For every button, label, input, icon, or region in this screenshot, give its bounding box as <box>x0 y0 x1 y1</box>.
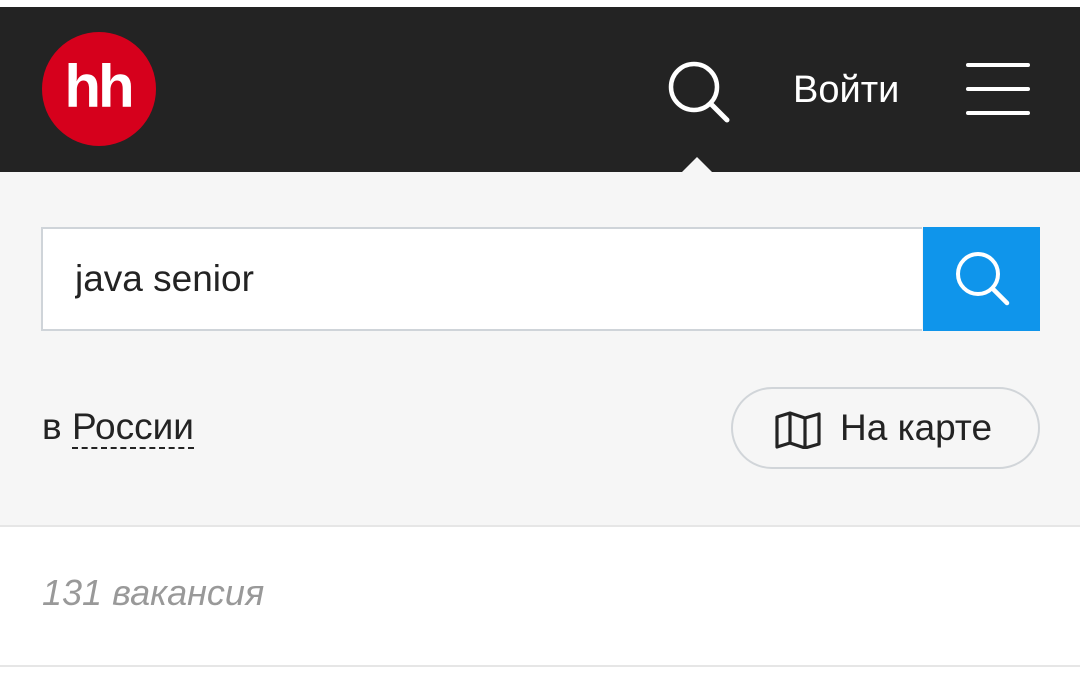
map-button[interactable]: На карте <box>731 387 1040 469</box>
search-input[interactable] <box>41 227 922 331</box>
hamburger-menu-icon-line-bottom <box>966 111 1030 115</box>
top-header: hh Войти <box>0 7 1080 179</box>
hh-logo[interactable]: hh <box>42 32 156 146</box>
page: hh Войти в России <box>0 0 1080 696</box>
logo-text: hh <box>64 53 134 120</box>
header-search-button[interactable] <box>664 59 734 129</box>
hamburger-menu-icon-line-middle <box>966 87 1030 91</box>
map-icon <box>775 411 821 449</box>
login-button[interactable]: Войти <box>793 65 899 115</box>
search-icon <box>955 252 1009 306</box>
region-selector: в России <box>42 405 194 449</box>
vacancy-count: 131 вакансия <box>42 572 265 613</box>
region-prefix: в <box>42 406 62 447</box>
menu-button[interactable] <box>966 63 1030 123</box>
search-submit-button[interactable] <box>923 227 1040 331</box>
region-link[interactable]: России <box>71 407 194 449</box>
results-summary: 131 вакансия <box>0 527 1080 667</box>
map-button-label: На карте <box>840 407 993 448</box>
search-icon <box>668 61 730 123</box>
search-panel: в России На карте <box>0 172 1080 527</box>
status-gap <box>0 0 1080 7</box>
hamburger-menu-icon-line-top <box>966 63 1030 67</box>
